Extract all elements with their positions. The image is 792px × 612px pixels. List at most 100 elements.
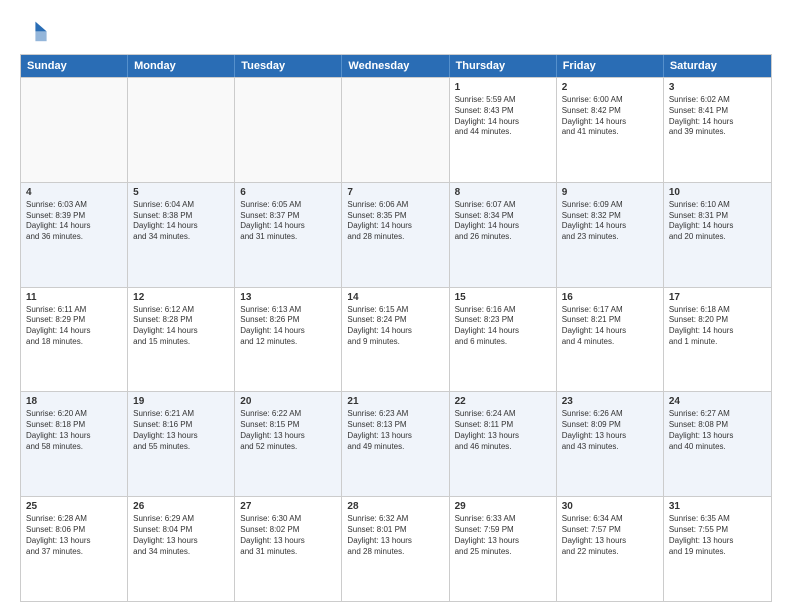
calendar: SundayMondayTuesdayWednesdayThursdayFrid… xyxy=(20,54,772,602)
logo-icon xyxy=(20,16,48,44)
calendar-row: 11 Sunrise: 6:11 AM Sunset: 8:29 PM Dayli… xyxy=(21,287,771,392)
calendar-cell: 19 Sunrise: 6:21 AM Sunset: 8:16 PM Dayli… xyxy=(128,392,235,496)
cell-content: Sunrise: 6:11 AM Sunset: 8:29 PM Dayligh… xyxy=(26,305,122,348)
day-number: 22 xyxy=(455,396,551,407)
cell-content: Sunrise: 6:03 AM Sunset: 8:39 PM Dayligh… xyxy=(26,200,122,243)
calendar-header-cell: Saturday xyxy=(664,55,771,77)
cell-content: Sunrise: 6:15 AM Sunset: 8:24 PM Dayligh… xyxy=(347,305,443,348)
calendar-cell: 28 Sunrise: 6:32 AM Sunset: 8:01 PM Dayli… xyxy=(342,497,449,601)
calendar-cell: 24 Sunrise: 6:27 AM Sunset: 8:08 PM Dayli… xyxy=(664,392,771,496)
day-number: 9 xyxy=(562,187,658,198)
calendar-cell: 15 Sunrise: 6:16 AM Sunset: 8:23 PM Dayli… xyxy=(450,288,557,392)
day-number: 16 xyxy=(562,292,658,303)
calendar-header-cell: Tuesday xyxy=(235,55,342,77)
logo xyxy=(20,16,52,44)
cell-content: Sunrise: 5:59 AM Sunset: 8:43 PM Dayligh… xyxy=(455,95,551,138)
calendar-cell: 6 Sunrise: 6:05 AM Sunset: 8:37 PM Daylig… xyxy=(235,183,342,287)
cell-content: Sunrise: 6:17 AM Sunset: 8:21 PM Dayligh… xyxy=(562,305,658,348)
day-number: 1 xyxy=(455,82,551,93)
cell-content: Sunrise: 6:06 AM Sunset: 8:35 PM Dayligh… xyxy=(347,200,443,243)
calendar-cell: 23 Sunrise: 6:26 AM Sunset: 8:09 PM Dayli… xyxy=(557,392,664,496)
header xyxy=(20,16,772,44)
day-number: 13 xyxy=(240,292,336,303)
cell-content: Sunrise: 6:04 AM Sunset: 8:38 PM Dayligh… xyxy=(133,200,229,243)
day-number: 17 xyxy=(669,292,766,303)
cell-content: Sunrise: 6:28 AM Sunset: 8:06 PM Dayligh… xyxy=(26,514,122,557)
calendar-header-cell: Sunday xyxy=(21,55,128,77)
calendar-body: 1 Sunrise: 5:59 AM Sunset: 8:43 PM Daylig… xyxy=(21,77,771,601)
cell-content: Sunrise: 6:30 AM Sunset: 8:02 PM Dayligh… xyxy=(240,514,336,557)
day-number: 5 xyxy=(133,187,229,198)
day-number: 29 xyxy=(455,501,551,512)
cell-content: Sunrise: 6:07 AM Sunset: 8:34 PM Dayligh… xyxy=(455,200,551,243)
cell-content: Sunrise: 6:02 AM Sunset: 8:41 PM Dayligh… xyxy=(669,95,766,138)
cell-content: Sunrise: 6:21 AM Sunset: 8:16 PM Dayligh… xyxy=(133,409,229,452)
cell-content: Sunrise: 6:16 AM Sunset: 8:23 PM Dayligh… xyxy=(455,305,551,348)
calendar-header-cell: Thursday xyxy=(450,55,557,77)
cell-content: Sunrise: 6:33 AM Sunset: 7:59 PM Dayligh… xyxy=(455,514,551,557)
day-number: 7 xyxy=(347,187,443,198)
day-number: 11 xyxy=(26,292,122,303)
calendar-cell: 4 Sunrise: 6:03 AM Sunset: 8:39 PM Daylig… xyxy=(21,183,128,287)
cell-content: Sunrise: 6:27 AM Sunset: 8:08 PM Dayligh… xyxy=(669,409,766,452)
day-number: 31 xyxy=(669,501,766,512)
day-number: 28 xyxy=(347,501,443,512)
calendar-header-cell: Friday xyxy=(557,55,664,77)
cell-content: Sunrise: 6:23 AM Sunset: 8:13 PM Dayligh… xyxy=(347,409,443,452)
calendar-cell: 1 Sunrise: 5:59 AM Sunset: 8:43 PM Daylig… xyxy=(450,78,557,182)
day-number: 2 xyxy=(562,82,658,93)
calendar-cell: 13 Sunrise: 6:13 AM Sunset: 8:26 PM Dayli… xyxy=(235,288,342,392)
day-number: 3 xyxy=(669,82,766,93)
calendar-cell: 10 Sunrise: 6:10 AM Sunset: 8:31 PM Dayli… xyxy=(664,183,771,287)
calendar-row: 1 Sunrise: 5:59 AM Sunset: 8:43 PM Daylig… xyxy=(21,77,771,182)
calendar-cell: 3 Sunrise: 6:02 AM Sunset: 8:41 PM Daylig… xyxy=(664,78,771,182)
calendar-cell: 2Sunrise: 6:00 AM Sunset: 8:42 PM Daylig… xyxy=(557,78,664,182)
day-number: 10 xyxy=(669,187,766,198)
calendar-cell xyxy=(21,78,128,182)
calendar-header-row: SundayMondayTuesdayWednesdayThursdayFrid… xyxy=(21,55,771,77)
day-number: 12 xyxy=(133,292,229,303)
calendar-cell: 12 Sunrise: 6:12 AM Sunset: 8:28 PM Dayli… xyxy=(128,288,235,392)
day-number: 25 xyxy=(26,501,122,512)
calendar-cell: 30 Sunrise: 6:34 AM Sunset: 7:57 PM Dayli… xyxy=(557,497,664,601)
cell-content: Sunrise: 6:18 AM Sunset: 8:20 PM Dayligh… xyxy=(669,305,766,348)
day-number: 14 xyxy=(347,292,443,303)
calendar-cell xyxy=(342,78,449,182)
calendar-cell: 11 Sunrise: 6:11 AM Sunset: 8:29 PM Dayli… xyxy=(21,288,128,392)
cell-content: Sunrise: 6:35 AM Sunset: 7:55 PM Dayligh… xyxy=(669,514,766,557)
cell-content: Sunrise: 6:05 AM Sunset: 8:37 PM Dayligh… xyxy=(240,200,336,243)
cell-content: Sunrise: 6:12 AM Sunset: 8:28 PM Dayligh… xyxy=(133,305,229,348)
calendar-row: 25 Sunrise: 6:28 AM Sunset: 8:06 PM Dayli… xyxy=(21,496,771,601)
day-number: 4 xyxy=(26,187,122,198)
day-number: 15 xyxy=(455,292,551,303)
cell-content: Sunrise: 6:26 AM Sunset: 8:09 PM Dayligh… xyxy=(562,409,658,452)
calendar-cell: 21 Sunrise: 6:23 AM Sunset: 8:13 PM Dayli… xyxy=(342,392,449,496)
calendar-cell: 17 Sunrise: 6:18 AM Sunset: 8:20 PM Dayli… xyxy=(664,288,771,392)
page: SundayMondayTuesdayWednesdayThursdayFrid… xyxy=(0,0,792,612)
calendar-cell: 8 Sunrise: 6:07 AM Sunset: 8:34 PM Daylig… xyxy=(450,183,557,287)
day-number: 21 xyxy=(347,396,443,407)
day-number: 23 xyxy=(562,396,658,407)
cell-content: Sunrise: 6:20 AM Sunset: 8:18 PM Dayligh… xyxy=(26,409,122,452)
day-number: 30 xyxy=(562,501,658,512)
day-number: 19 xyxy=(133,396,229,407)
day-number: 27 xyxy=(240,501,336,512)
calendar-cell: 29 Sunrise: 6:33 AM Sunset: 7:59 PM Dayli… xyxy=(450,497,557,601)
calendar-cell: 14 Sunrise: 6:15 AM Sunset: 8:24 PM Dayli… xyxy=(342,288,449,392)
cell-content: Sunrise: 6:10 AM Sunset: 8:31 PM Dayligh… xyxy=(669,200,766,243)
cell-content: Sunrise: 6:34 AM Sunset: 7:57 PM Dayligh… xyxy=(562,514,658,557)
cell-content: Sunrise: 6:13 AM Sunset: 8:26 PM Dayligh… xyxy=(240,305,336,348)
day-number: 8 xyxy=(455,187,551,198)
day-number: 6 xyxy=(240,187,336,198)
cell-content: Sunrise: 6:22 AM Sunset: 8:15 PM Dayligh… xyxy=(240,409,336,452)
day-number: 18 xyxy=(26,396,122,407)
day-number: 24 xyxy=(669,396,766,407)
calendar-cell: 20Sunrise: 6:22 AM Sunset: 8:15 PM Dayli… xyxy=(235,392,342,496)
calendar-header-cell: Wednesday xyxy=(342,55,449,77)
calendar-cell: 9Sunrise: 6:09 AM Sunset: 8:32 PM Daylig… xyxy=(557,183,664,287)
calendar-cell: 5 Sunrise: 6:04 AM Sunset: 8:38 PM Daylig… xyxy=(128,183,235,287)
cell-content: Sunrise: 6:24 AM Sunset: 8:11 PM Dayligh… xyxy=(455,409,551,452)
cell-content: Sunrise: 6:32 AM Sunset: 8:01 PM Dayligh… xyxy=(347,514,443,557)
calendar-cell: 7 Sunrise: 6:06 AM Sunset: 8:35 PM Daylig… xyxy=(342,183,449,287)
calendar-cell: 25 Sunrise: 6:28 AM Sunset: 8:06 PM Dayli… xyxy=(21,497,128,601)
